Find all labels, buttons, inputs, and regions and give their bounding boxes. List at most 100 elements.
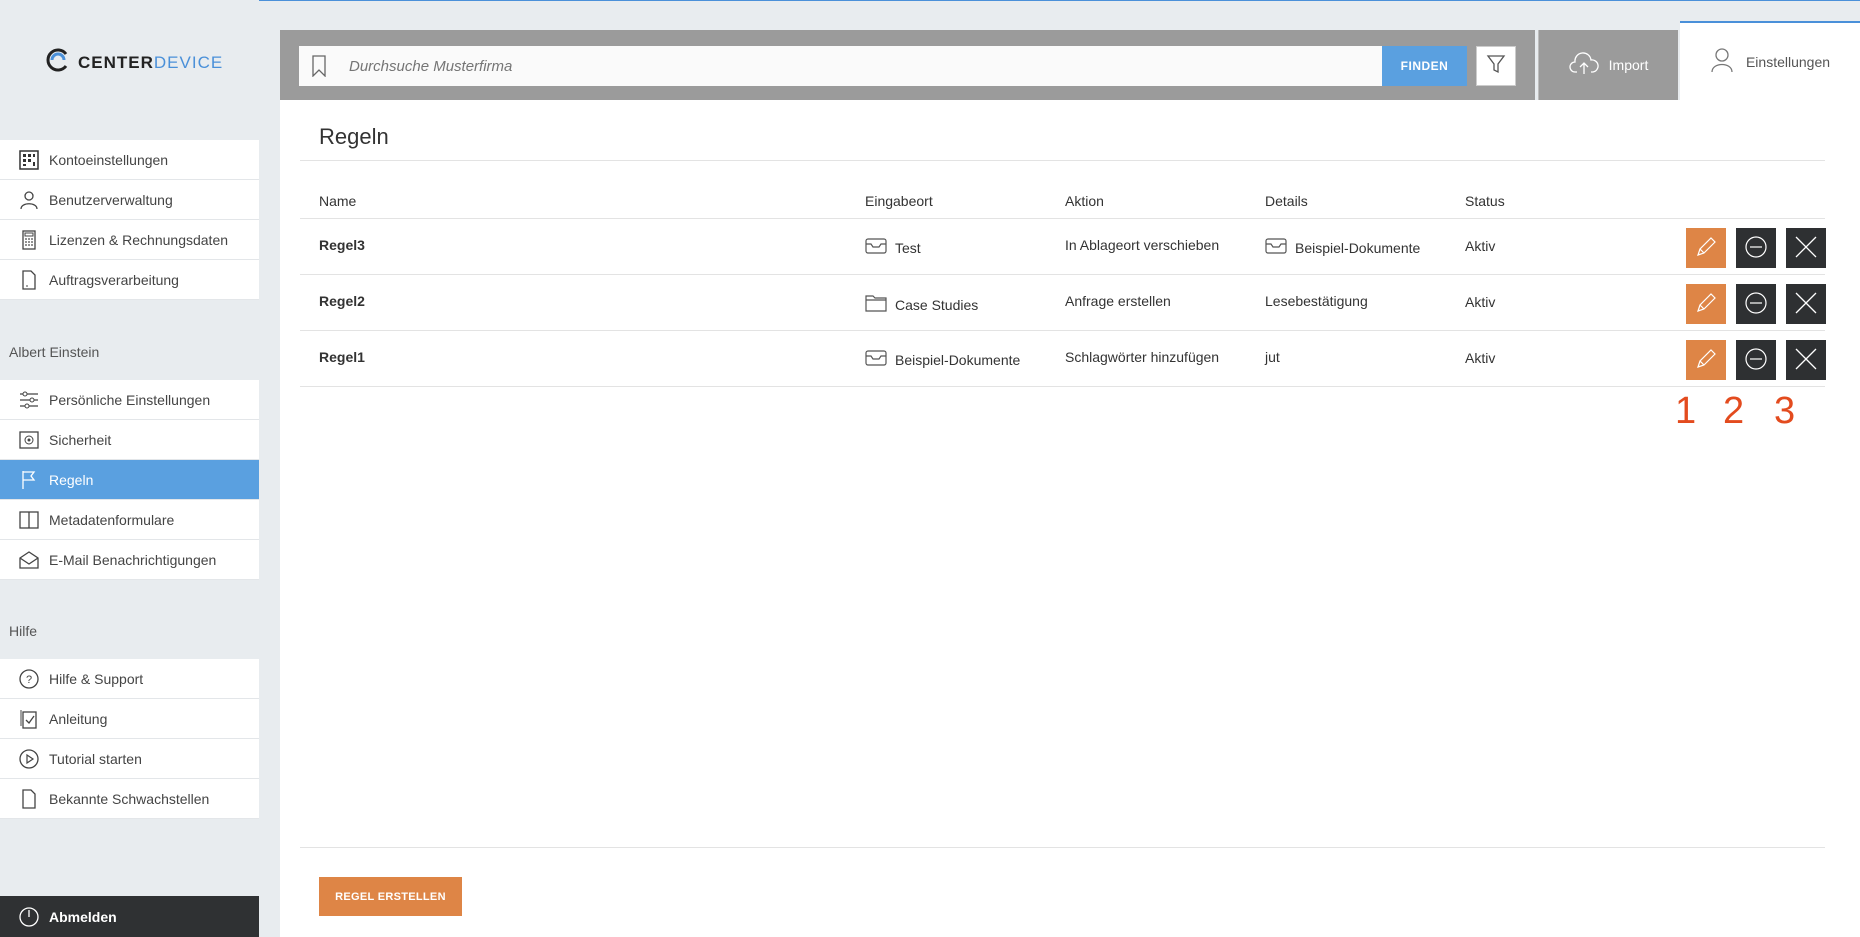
pencil-icon (1695, 348, 1717, 373)
divider (300, 160, 1825, 161)
filter-button[interactable] (1476, 46, 1516, 86)
sidebar-item-benutzerverwaltung[interactable]: Benutzerverwaltung (0, 180, 259, 220)
sidebar-item-label: Lizenzen & Rechnungsdaten (49, 231, 229, 248)
minus-circle-icon (1744, 291, 1768, 318)
edit-button[interactable] (1686, 340, 1726, 380)
deactivate-button[interactable] (1736, 228, 1776, 268)
sidebar-item-label: Hilfe & Support (49, 670, 144, 687)
top-accent-line (0, 0, 1860, 1)
document-icon (18, 788, 40, 810)
table-row[interactable]: Regel3 Test In Ablageort verschieben Bei… (300, 219, 1826, 275)
sidebar-item-tutorial-starten[interactable]: Tutorial starten (0, 739, 259, 779)
annotation-marker-2: 2 (1723, 390, 1745, 432)
delete-button[interactable] (1786, 284, 1826, 324)
sidebar-item-label: Bekannte Schwachstellen (49, 790, 210, 807)
deactivate-button[interactable] (1736, 340, 1776, 380)
edit-button[interactable] (1686, 228, 1726, 268)
column-header-name: Name (319, 193, 357, 209)
pencil-icon (1695, 292, 1717, 317)
rule-status: Aktiv (1465, 238, 1496, 254)
sidebar-item-label: Persönliche Einstellungen (49, 391, 211, 408)
column-header-aktion: Aktion (1065, 193, 1104, 209)
delete-button[interactable] (1786, 340, 1826, 380)
play-icon (18, 748, 40, 770)
logo[interactable]: CENTERDEVICE (44, 46, 223, 79)
grid-icon (18, 149, 40, 171)
delete-button[interactable] (1786, 228, 1826, 268)
nav-group-account: Kontoeinstellungen Benutzerverwaltung Li… (0, 140, 259, 300)
search-bar-area: FINDEN (280, 30, 1535, 100)
sidebar-item-anleitung[interactable]: Anleitung (0, 699, 259, 739)
rule-name: Regel2 (319, 293, 365, 309)
table-header: Name Eingabeort Aktion Details Status (300, 184, 1825, 219)
sidebar-item-kontoeinstellungen[interactable]: Kontoeinstellungen (0, 140, 259, 180)
sidebar-item-bekannte-schwachstellen[interactable]: Bekannte Schwachstellen (0, 779, 259, 819)
logout-button[interactable]: Abmelden (0, 896, 259, 937)
rule-location: Beispiel-Dokumente (865, 350, 1020, 369)
user-icon (1710, 47, 1734, 76)
rule-details: jut (1265, 349, 1280, 365)
find-button[interactable]: FINDEN (1382, 46, 1467, 86)
rule-name: Regel3 (319, 237, 365, 253)
calculator-icon (18, 229, 40, 251)
inbox-icon (865, 350, 887, 369)
column-header-eingabeort: Eingabeort (865, 193, 933, 209)
flag-icon (18, 469, 40, 491)
rule-location-label: Test (895, 239, 921, 256)
table-row[interactable]: Regel1 Beispiel-Dokumente Schlagwörter h… (300, 331, 1826, 387)
main-content: Regeln Name Eingabeort Aktion Details St… (280, 100, 1860, 937)
settings-label: Einstellungen (1745, 53, 1831, 70)
rule-action: Anfrage erstellen (1065, 293, 1171, 309)
inbox-icon (865, 238, 887, 257)
edit-button[interactable] (1686, 284, 1726, 324)
rule-details: Beispiel-Dokumente (1265, 238, 1420, 257)
sidebar-item-label: Benutzerverwaltung (49, 191, 173, 208)
cloud-upload-icon (1569, 51, 1599, 79)
sidebar-item-label: E-Mail Benachrichtigungen (49, 551, 217, 568)
annotation-marker-3: 3 (1774, 390, 1796, 432)
import-label: Import (1608, 57, 1649, 73)
rule-action: Schlagwörter hinzufügen (1065, 349, 1220, 365)
sidebar-item-label: Auftragsverarbeitung (49, 271, 179, 288)
sidebar-item-persoenliche-einstellungen[interactable]: Persönliche Einstellungen (0, 380, 259, 420)
sidebar-item-label: Anleitung (49, 710, 108, 727)
nav-group-help: ? Hilfe & Support Anleitung Tutorial sta… (0, 659, 259, 819)
import-button[interactable]: Import (1538, 30, 1678, 100)
rule-status: Aktiv (1465, 294, 1496, 310)
nav-group-user: Persönliche Einstellungen Sicherheit Reg… (0, 380, 259, 580)
section-label-user: Albert Einstein (9, 344, 100, 360)
rule-location-label: Beispiel-Dokumente (895, 351, 1021, 368)
rule-name: Regel1 (319, 349, 365, 365)
logo-text: CENTERDEVICE (78, 52, 224, 72)
section-label-help: Hilfe (9, 623, 38, 639)
sidebar-item-label: Kontoeinstellungen (49, 151, 169, 168)
folder-icon (865, 294, 887, 315)
rule-status: Aktiv (1465, 350, 1496, 366)
sidebar-item-metadatenformulare[interactable]: Metadatenformulare (0, 500, 259, 540)
inbox-icon (1265, 238, 1287, 257)
settings-button[interactable]: Einstellungen (1680, 21, 1860, 100)
book-icon (18, 509, 40, 531)
rule-details-label: Beispiel-Dokumente (1295, 239, 1421, 256)
sidebar-item-lizenzen[interactable]: Lizenzen & Rechnungsdaten (0, 220, 259, 260)
document-icon (18, 269, 40, 291)
logo-icon (44, 46, 72, 79)
sidebar-item-hilfe-support[interactable]: ? Hilfe & Support (0, 659, 259, 699)
minus-circle-icon (1744, 347, 1768, 374)
create-rule-button[interactable]: REGEL ERSTELLEN (319, 877, 462, 916)
pencil-icon (1695, 236, 1717, 261)
sidebar-item-email-benachrichtigungen[interactable]: E-Mail Benachrichtigungen (0, 540, 259, 580)
sidebar-item-sicherheit[interactable]: Sicherheit (0, 420, 259, 460)
search-box (299, 46, 1382, 86)
annotation-marker-1: 1 (1675, 390, 1697, 432)
sidebar-item-regeln[interactable]: Regeln (0, 460, 259, 500)
deactivate-button[interactable] (1736, 284, 1776, 324)
page-title: Regeln (319, 124, 389, 149)
rule-details: Lesebestätigung (1265, 293, 1368, 309)
rule-location-label: Case Studies (895, 296, 979, 313)
bookmark-icon[interactable] (299, 55, 339, 77)
sidebar: CENTERDEVICE Kontoeinstellungen Benutzer… (0, 0, 259, 937)
table-row[interactable]: Regel2 Case Studies Anfrage erstellen Le… (300, 275, 1826, 331)
sidebar-item-auftragsverarbeitung[interactable]: Auftragsverarbeitung (0, 260, 259, 300)
search-input[interactable] (339, 57, 1339, 75)
